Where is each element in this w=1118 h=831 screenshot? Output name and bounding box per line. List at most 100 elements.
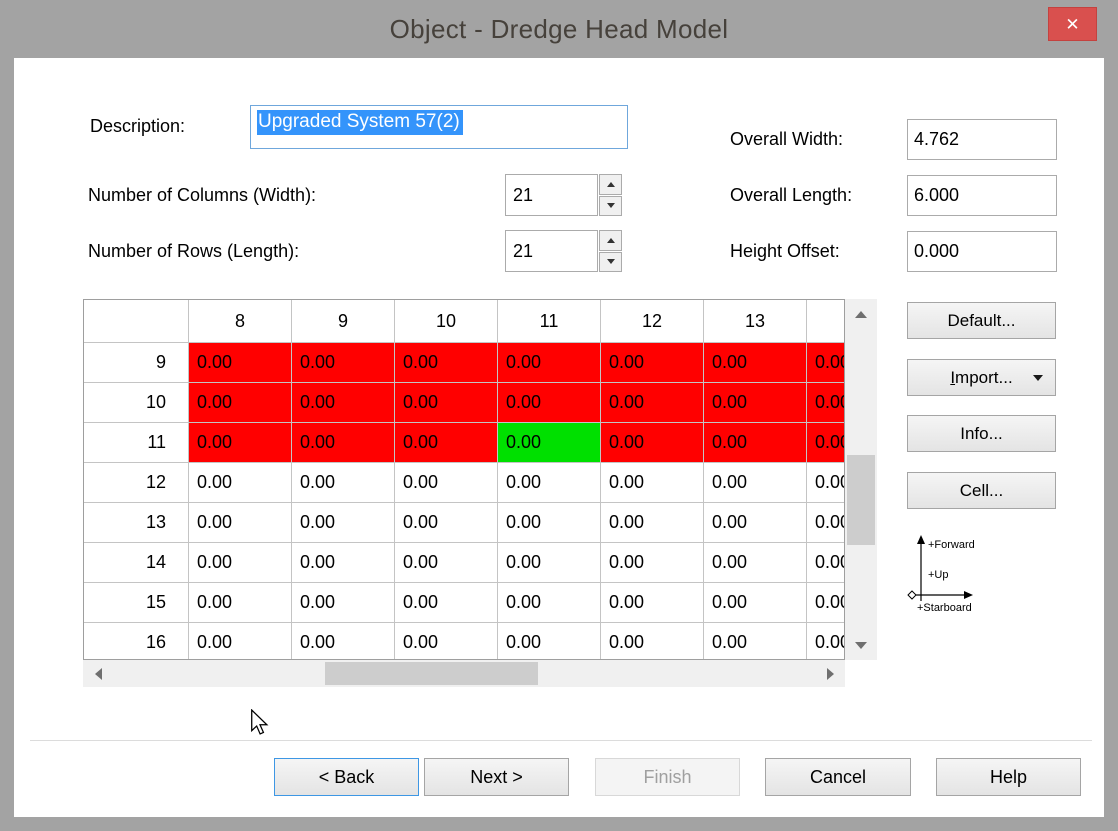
grid-row-header[interactable]: 15: [84, 583, 189, 623]
grid-cell[interactable]: 0.00: [292, 423, 395, 463]
grid-cell[interactable]: 0.00: [704, 583, 807, 623]
grid-row-header[interactable]: 14: [84, 543, 189, 583]
horizontal-scroll-thumb[interactable]: [325, 662, 538, 685]
grid-cell[interactable]: 0.00: [807, 623, 845, 660]
cancel-button[interactable]: Cancel: [765, 758, 911, 796]
num-columns-value[interactable]: 21: [505, 174, 598, 216]
grid-cell[interactable]: 0.00: [601, 343, 704, 383]
grid-cell[interactable]: 0.00: [292, 623, 395, 660]
num-rows-spin-down-button[interactable]: [599, 252, 622, 273]
grid-cell[interactable]: 0.00: [395, 463, 498, 503]
grid-cell[interactable]: 0.00: [704, 623, 807, 660]
grid-cell[interactable]: 0.00: [292, 463, 395, 503]
grid-cell[interactable]: 0.00: [498, 463, 601, 503]
grid-row-header[interactable]: 16: [84, 623, 189, 660]
description-input[interactable]: Upgraded System 57(2): [250, 105, 628, 149]
grid-cell[interactable]: 0.00: [704, 503, 807, 543]
grid-cell[interactable]: 0.00: [601, 583, 704, 623]
grid-cell[interactable]: 0.00: [498, 583, 601, 623]
grid-row-header[interactable]: 9: [84, 343, 189, 383]
grid-cell[interactable]: 0.00: [189, 423, 292, 463]
grid-column-header[interactable]: 13: [704, 300, 807, 343]
grid-cell[interactable]: 0.00: [601, 383, 704, 423]
grid-cell[interactable]: 0.00: [292, 583, 395, 623]
grid-column-header[interactable]: 9: [292, 300, 395, 343]
default-button[interactable]: Default...: [907, 302, 1056, 339]
grid-horizontal-scrollbar[interactable]: [83, 660, 845, 687]
grid-cell[interactable]: 0.00: [807, 583, 845, 623]
grid-vertical-scrollbar[interactable]: [845, 299, 877, 660]
height-offset-input[interactable]: 0.000: [907, 231, 1057, 272]
grid-cell[interactable]: 0.00: [395, 583, 498, 623]
grid-row-header[interactable]: 13: [84, 503, 189, 543]
num-columns-spin-down-button[interactable]: [599, 196, 622, 217]
grid-row-header[interactable]: 10: [84, 383, 189, 423]
grid-cell[interactable]: 0.00: [292, 343, 395, 383]
close-button[interactable]: ✕: [1048, 7, 1097, 41]
grid-cell[interactable]: 0.00: [704, 543, 807, 583]
grid-cell[interactable]: 0.00: [601, 423, 704, 463]
grid-cell[interactable]: 0.00: [704, 423, 807, 463]
grid-cell[interactable]: 0.00: [498, 383, 601, 423]
scroll-down-button[interactable]: [845, 631, 877, 659]
grid-cell[interactable]: 0.00: [189, 543, 292, 583]
grid-cell[interactable]: 0.00: [807, 383, 845, 423]
grid-cell[interactable]: 0.00: [498, 623, 601, 660]
grid-cell[interactable]: 0.00: [601, 463, 704, 503]
grid-column-header[interactable]: 12: [601, 300, 704, 343]
grid-column-header[interactable]: 10: [395, 300, 498, 343]
grid-cell[interactable]: 0.00: [189, 623, 292, 660]
scroll-right-button[interactable]: [816, 660, 844, 687]
scroll-left-button[interactable]: [84, 660, 112, 687]
grid-cell[interactable]: 0.00: [498, 423, 601, 463]
grid-cell[interactable]: 0.00: [395, 623, 498, 660]
cell-button[interactable]: Cell...: [907, 472, 1056, 509]
overall-width-input[interactable]: 4.762: [907, 119, 1057, 160]
grid-cell[interactable]: 0.00: [189, 503, 292, 543]
next-button[interactable]: Next >: [424, 758, 569, 796]
help-button[interactable]: Help: [936, 758, 1081, 796]
grid-cell[interactable]: 0.00: [292, 383, 395, 423]
grid-cell[interactable]: 0.00: [189, 343, 292, 383]
overall-length-input[interactable]: 6.000: [907, 175, 1057, 216]
title-bar[interactable]: Object - Dredge Head Model ✕: [0, 0, 1118, 58]
grid-row-header[interactable]: 11: [84, 423, 189, 463]
grid-cell[interactable]: 0.00: [807, 503, 845, 543]
grid-cell[interactable]: 0.00: [807, 423, 845, 463]
grid-row-header[interactable]: 12: [84, 463, 189, 503]
grid-cell[interactable]: 0.00: [704, 463, 807, 503]
scroll-up-button[interactable]: [845, 300, 877, 328]
import-button[interactable]: Import...: [907, 359, 1056, 396]
grid-cell[interactable]: 0.00: [498, 503, 601, 543]
grid-cell[interactable]: 0.00: [395, 423, 498, 463]
grid-cell[interactable]: 0.00: [601, 503, 704, 543]
grid-column-header[interactable]: 8: [189, 300, 292, 343]
back-button[interactable]: < Back: [274, 758, 419, 796]
num-columns-spin-up-button[interactable]: [599, 174, 622, 195]
grid-cell[interactable]: 0.00: [601, 543, 704, 583]
grid-cell[interactable]: 0.00: [189, 463, 292, 503]
grid-cell[interactable]: 0.00: [292, 503, 395, 543]
grid-cell[interactable]: 0.00: [189, 583, 292, 623]
grid-cell[interactable]: 0.00: [395, 543, 498, 583]
grid-cell[interactable]: 0.00: [704, 343, 807, 383]
grid-cell[interactable]: 0.00: [498, 543, 601, 583]
vertical-scroll-thumb[interactable]: [847, 455, 875, 545]
grid-cell[interactable]: 0.00: [807, 543, 845, 583]
grid-cell[interactable]: 0.00: [498, 343, 601, 383]
grid-cell[interactable]: 0.00: [395, 383, 498, 423]
grid-cell[interactable]: 0.00: [807, 463, 845, 503]
num-rows-value[interactable]: 21: [505, 230, 598, 272]
grid-column-header[interactable]: 11: [498, 300, 601, 343]
grid-cell[interactable]: 0.00: [292, 543, 395, 583]
num-rows-spinner[interactable]: 21: [505, 230, 622, 272]
grid-cell[interactable]: 0.00: [704, 383, 807, 423]
grid-cell[interactable]: 0.00: [601, 623, 704, 660]
grid-cell[interactable]: 0.00: [395, 343, 498, 383]
grid-cell[interactable]: 0.00: [807, 343, 845, 383]
num-rows-spin-up-button[interactable]: [599, 230, 622, 251]
grid-cell[interactable]: 0.00: [395, 503, 498, 543]
num-columns-spinner[interactable]: 21: [505, 174, 622, 216]
grid-cell[interactable]: 0.00: [189, 383, 292, 423]
info-button[interactable]: Info...: [907, 415, 1056, 452]
